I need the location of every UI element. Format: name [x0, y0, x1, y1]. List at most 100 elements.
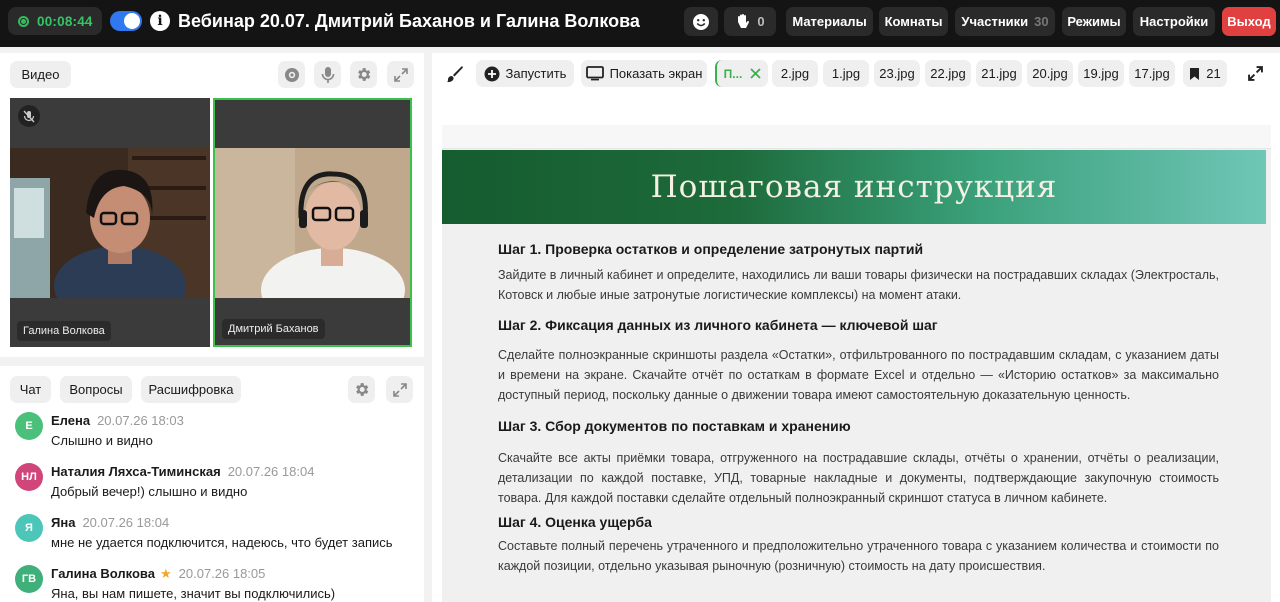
tab-questions[interactable]: Вопросы [60, 376, 132, 403]
info-icon[interactable]: i [150, 11, 170, 31]
moderator-star-icon: ★ [159, 566, 172, 581]
camera-settings-button[interactable] [278, 61, 305, 88]
message-author: Наталия Ляхса-Тиминская [51, 464, 221, 479]
recording-icon [18, 15, 29, 27]
message-text: Добрый вечер!) слышно и видно [51, 484, 248, 499]
step-title: Шаг 3. Сбор документов по поставкам и хр… [498, 418, 851, 434]
video-panel: Видео Галина Волкова Дмитрий Баханов [0, 53, 424, 405]
avatar: ГВ [15, 565, 43, 593]
message-text: Слышно и видно [51, 433, 153, 448]
active-file-tab[interactable]: П... [715, 60, 768, 87]
chat-settings-button[interactable] [348, 376, 375, 403]
expand-icon [393, 67, 408, 82]
file-tab[interactable]: 2.jpg [772, 60, 818, 87]
modes-button[interactable]: Режимы [1062, 7, 1126, 36]
participants-button[interactable]: Участники 30 [955, 7, 1055, 36]
microphone-off-icon [23, 110, 35, 122]
smile-icon [693, 13, 709, 30]
step-text: Сделайте полноэкранные скриншоты раздела… [498, 348, 1219, 402]
video-tile-galina[interactable]: Галина Волкова [10, 98, 210, 347]
bookmark-count: 21 [1206, 66, 1221, 81]
share-screen-label: Показать экран [609, 66, 703, 81]
step-text: Скачайте все акты приёмки товара, отгруж… [498, 451, 1219, 505]
raised-hands-count: 0 [757, 14, 765, 29]
draw-button[interactable] [440, 60, 470, 87]
participants-count: 30 [1034, 14, 1049, 29]
file-tab[interactable]: 17.jpg [1129, 60, 1175, 87]
fullscreen-button[interactable] [1240, 60, 1270, 87]
message-text: мне не удается подключится, надеюсь, что… [51, 535, 393, 550]
plus-circle-icon [484, 66, 500, 81]
active-file-label: П... [723, 66, 743, 81]
message-time: 20.07.26 18:04 [82, 515, 170, 530]
tab-chat[interactable]: Чат [10, 376, 51, 403]
webinar-title: Вебинар 20.07. Дмитрий Баханов и Галина … [178, 11, 640, 31]
gear-icon [358, 68, 371, 81]
message-header: Елена 20.07.26 18:03 [51, 413, 184, 428]
message-time: 20.07.26 18:04 [227, 464, 315, 479]
brush-icon [447, 65, 463, 82]
participant-name: Галина Волкова [17, 321, 111, 341]
exit-button[interactable]: Выход [1222, 7, 1276, 36]
tab-transcript[interactable]: Расшифровка [141, 376, 241, 403]
file-tab[interactable]: 1.jpg [823, 60, 869, 87]
participant-video-dmitry [215, 100, 410, 345]
slide-top-strip [442, 125, 1271, 149]
file-tab[interactable]: 22.jpg [925, 60, 971, 87]
settings-button[interactable]: Настройки [1133, 7, 1215, 36]
participants-label: Участники [961, 14, 1029, 29]
timer-value: 00:08:44 [37, 13, 93, 29]
message-time: 20.07.26 18:03 [97, 413, 184, 428]
raise-hand-button[interactable]: 0 [724, 7, 776, 36]
content-panel: Запустить Показать экран П... 2.jpg 1.jp… [432, 53, 1280, 602]
step-text: Зайдите в личный кабинет и определите, н… [498, 268, 1219, 302]
video-label: Видео [10, 61, 71, 88]
share-screen-button[interactable]: Показать экран [581, 60, 707, 87]
broadcast-toggle[interactable] [110, 11, 142, 31]
top-bar: 00:08:44 i Вебинар 20.07. Дмитрий Бахано… [0, 0, 1280, 47]
step-text: Составьте полный перечень утраченного и … [498, 539, 1219, 573]
bookmarks-button[interactable]: 21 [1183, 60, 1227, 87]
chat-panel: Чат Вопросы Расшифровка Е Елена 20.07.26 … [0, 366, 424, 602]
slide-header: Пошаговая инструкция [442, 150, 1266, 224]
file-tab[interactable]: 19.jpg [1078, 60, 1124, 87]
hand-icon [738, 14, 750, 28]
message-header: Наталия Ляхса-Тиминская 20.07.26 18:04 [51, 464, 314, 479]
microphone-button[interactable] [314, 61, 341, 88]
rooms-button[interactable]: Комнаты [879, 7, 948, 36]
message-author: Галина Волкова [51, 566, 155, 581]
file-tab[interactable]: 21.jpg [976, 60, 1022, 87]
emoji-button[interactable] [684, 7, 718, 36]
message-author: Елена [51, 413, 91, 428]
video-expand-button[interactable] [387, 61, 414, 88]
step-title: Шаг 4. Оценка ущерба [498, 514, 652, 530]
gear-icon [356, 383, 369, 396]
message-time: 20.07.26 18:05 [178, 566, 266, 581]
file-tab[interactable]: 23.jpg [874, 60, 920, 87]
presentation-slide: Пошаговая инструкция Шаг 1. Проверка ост… [442, 125, 1271, 602]
step-title: Шаг 1. Проверка остатков и определение з… [498, 241, 924, 257]
step-title: Шаг 2. Фиксация данных из личного кабине… [498, 317, 938, 333]
expand-icon [392, 382, 407, 397]
expand-icon [1247, 66, 1263, 81]
materials-button[interactable]: Материалы [786, 7, 873, 36]
close-icon[interactable] [750, 68, 761, 79]
message-author: Яна [51, 515, 76, 530]
chat-expand-button[interactable] [386, 376, 413, 403]
microphone-icon [321, 66, 334, 83]
message-header: Галина Волкова ★ 20.07.26 18:05 [51, 566, 265, 582]
muted-indicator [18, 105, 40, 127]
launch-button[interactable]: Запустить [476, 60, 574, 87]
video-tile-dmitry[interactable]: Дмитрий Баханов [213, 98, 412, 347]
camera-icon [284, 67, 299, 82]
monitor-icon [585, 66, 604, 81]
recording-timer: 00:08:44 [8, 7, 102, 35]
avatar: Я [15, 514, 43, 542]
video-settings-button[interactable] [350, 61, 377, 88]
avatar: Е [15, 412, 43, 440]
participant-video-galina [10, 98, 210, 347]
participant-name: Дмитрий Баханов [222, 319, 325, 339]
file-tab[interactable]: 20.jpg [1027, 60, 1073, 87]
slide-title: Пошаговая инструкция [650, 169, 1058, 205]
message-header: Яна 20.07.26 18:04 [51, 515, 169, 530]
